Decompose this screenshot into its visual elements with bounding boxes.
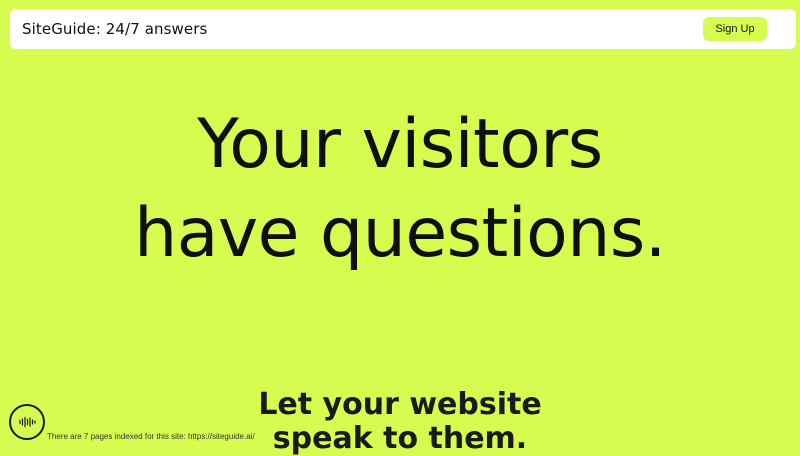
subheading: Let your website speak to them. [0,388,800,456]
audio-waveform-chat-icon [19,416,36,428]
hero-heading-line-1: Your visitors [197,105,603,184]
sign-up-button[interactable]: Sign Up [703,17,767,41]
top-header-bar: SiteGuide: 24/7 answers Sign Up [10,9,796,49]
hero-heading-line-2: have questions. [134,194,666,273]
voice-chat-widget-button[interactable] [9,404,45,440]
indexed-pages-note: There are 7 pages indexed for this site:… [47,432,255,441]
hero-heading: Your visitors have questions. [0,100,800,278]
subheading-line-1: Let your website [258,387,542,422]
site-title: SiteGuide: 24/7 answers [22,20,208,38]
